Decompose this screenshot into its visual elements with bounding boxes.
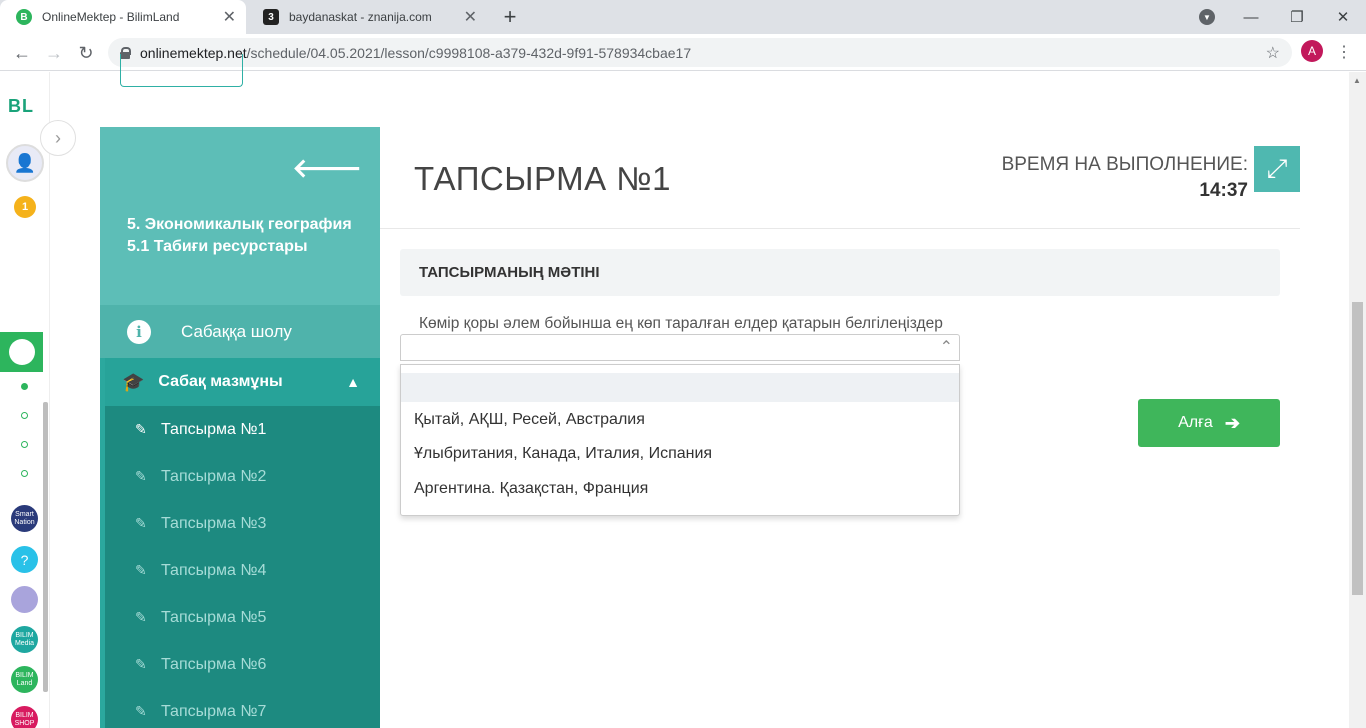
app-rail: BL 👤 1 Smart Nation ? BILIM Media BILIM …	[0, 72, 50, 728]
task-label: Тапсырма №1	[161, 420, 267, 438]
edit-icon: ✎	[135, 562, 147, 578]
address-bar[interactable]: onlinemektep.net/schedule/04.05.2021/les…	[108, 38, 1292, 67]
browser-tab-strip: B OnlineMektep - BilimLand ✕ 3 baydanask…	[0, 0, 1366, 34]
bilim-land-app-icon[interactable]: BILIM Land	[11, 666, 38, 693]
bookmark-star-icon[interactable]: ☆	[1266, 43, 1280, 63]
bilimland-favicon-icon: B	[16, 9, 32, 25]
dropdown-option-empty[interactable]	[401, 373, 959, 402]
lesson-overview-item[interactable]: i Сабаққа шолу	[100, 305, 380, 358]
arrow-right-icon: ➔	[1224, 412, 1240, 433]
close-tab-icon[interactable]: ✕	[223, 7, 236, 27]
tab-title: OnlineMektep - BilimLand	[42, 10, 180, 24]
page-title: ТАПСЫРМА №1	[414, 160, 672, 197]
answer-select[interactable]: ⌃	[400, 334, 960, 361]
znanija-favicon-icon: 3	[263, 9, 279, 25]
fullscreen-expand-icon[interactable]: ⤢	[1254, 146, 1300, 192]
lesson-header: 🡐 5. Экономикалық география 5.1 Табиғи р…	[100, 127, 380, 305]
next-button[interactable]: Алға ➔	[1138, 399, 1280, 447]
back-icon[interactable]: ←	[9, 40, 35, 66]
chevron-up-icon: ▲	[346, 374, 360, 390]
rail-scrollbar[interactable]	[43, 402, 48, 692]
task-label: Тапсырма №7	[161, 702, 267, 720]
rail-expand-chevron-icon[interactable]: ›	[40, 120, 76, 156]
profile-avatar[interactable]: A	[1301, 40, 1323, 62]
lesson-content-toggle[interactable]: 🎓 Сабақ мазмұны ▲	[105, 358, 380, 406]
chevron-up-icon: ⌃	[939, 339, 953, 356]
tab-search-icon[interactable]: ▼	[1199, 9, 1215, 25]
rail-dot[interactable]	[21, 470, 28, 477]
edit-icon: ✎	[135, 468, 147, 484]
forward-icon[interactable]: →	[41, 40, 67, 66]
restore-window-button[interactable]: ❐	[1274, 0, 1320, 34]
rail-dot-active[interactable]	[21, 383, 28, 390]
lesson-sidebar: 🡐 5. Экономикалық география 5.1 Табиғи р…	[100, 127, 380, 728]
bilimland-logo: BL	[8, 96, 34, 116]
edit-icon: ✎	[135, 656, 147, 672]
content-label: Сабақ мазмұны	[158, 373, 283, 390]
edit-icon: ✎	[135, 421, 147, 437]
task-panel: ТАПСЫРМА №1 ВРЕМЯ НА ВЫПОЛНЕНИЕ: 14:37 ⤢…	[380, 127, 1300, 728]
bilim-shop-app-icon[interactable]: BILIM SHOP	[11, 706, 38, 728]
sidebar-task-1[interactable]: ✎ Тапсырма №1	[105, 406, 380, 453]
dropdown-option[interactable]: Қытай, АҚШ, Ресей, Австралия	[401, 405, 959, 434]
dropdown-option[interactable]: Ұлыбритания, Канада, Италия, Испания	[401, 439, 959, 468]
edit-icon: ✎	[135, 609, 147, 625]
library-app-icon[interactable]	[11, 586, 38, 613]
task-label: Тапсырма №5	[161, 608, 267, 626]
sidebar-task-2[interactable]: ✎ Тапсырма №2	[105, 453, 380, 500]
browser-tab-onlinemektep[interactable]: B OnlineMektep - BilimLand ✕	[0, 0, 246, 34]
bilim-media-app-icon[interactable]: BILIM Media	[11, 626, 38, 653]
lesson-title: 5. Экономикалық география 5.1 Табиғи рес…	[127, 216, 352, 255]
edit-icon: ✎	[135, 703, 147, 719]
edit-icon: ✎	[135, 515, 147, 531]
task-label: Тапсырма №3	[161, 514, 267, 532]
rail-dot[interactable]	[21, 412, 28, 419]
browser-menu-icon[interactable]: ⋮	[1336, 42, 1352, 62]
help-icon[interactable]: ?	[11, 546, 38, 573]
coins-badge: 1	[14, 196, 36, 218]
back-arrow-icon[interactable]: 🡐	[292, 153, 362, 184]
sidebar-task-7[interactable]: ✎ Тапсырма №7	[105, 688, 380, 728]
tab-title: baydanaskat - znanija.com	[289, 10, 432, 24]
close-window-button[interactable]: ✕	[1320, 0, 1366, 34]
scrollbar-thumb[interactable]	[1352, 302, 1363, 595]
question-text: Көмір қоры әлем бойынша ең көп таралған …	[419, 315, 943, 332]
sidebar-task-6[interactable]: ✎ Тапсырма №6	[105, 641, 380, 688]
time-label: ВРЕМЯ НА ВЫПОЛНЕНИЕ:	[1001, 154, 1248, 175]
task-label: Тапсырма №2	[161, 467, 267, 485]
close-tab-icon[interactable]: ✕	[464, 7, 477, 27]
rail-dot[interactable]	[21, 441, 28, 448]
url-path: /schedule/04.05.2021/lesson/c9998108-a37…	[246, 44, 692, 61]
reload-icon[interactable]: ↻	[73, 40, 99, 66]
new-tab-button[interactable]: +	[498, 4, 522, 30]
graduation-cap-icon: 🎓	[122, 371, 145, 392]
task-label: Тапсырма №4	[161, 561, 267, 579]
scroll-up-icon[interactable]: ▲	[1353, 76, 1361, 85]
answer-dropdown: Қытай, АҚШ, Ресей, Австралия Ұлыбритания…	[400, 364, 960, 516]
sidebar-task-3[interactable]: ✎ Тапсырма №3	[105, 500, 380, 547]
next-label: Алға	[1178, 414, 1213, 431]
top-card	[100, 72, 1300, 127]
top-partial-button[interactable]	[120, 54, 243, 87]
overview-label: Сабаққа шолу	[181, 321, 292, 341]
divider	[380, 228, 1300, 229]
task-label: Тапсырма №6	[161, 655, 267, 673]
time-remaining: 14:37	[1199, 180, 1248, 201]
page-scrollbar[interactable]: ▲	[1349, 72, 1366, 728]
browser-tab-znanija[interactable]: 3 baydanaskat - znanija.com ✕	[247, 0, 487, 34]
sidebar-task-5[interactable]: ✎ Тапсырма №5	[105, 594, 380, 641]
dropdown-option[interactable]: Аргентина. Қазақстан, Франция	[401, 474, 959, 503]
task-text-heading: ТАПСЫРМАНЫҢ МӘТІНІ	[400, 249, 1280, 296]
info-icon: i	[127, 319, 151, 344]
sidebar-task-4[interactable]: ✎ Тапсырма №4	[105, 547, 380, 594]
smart-nation-app-icon[interactable]: Smart Nation	[11, 505, 38, 532]
onlinemektep-app-icon[interactable]	[0, 332, 43, 372]
minimize-window-button[interactable]: —	[1228, 0, 1274, 34]
user-avatar[interactable]: 👤	[6, 144, 44, 182]
